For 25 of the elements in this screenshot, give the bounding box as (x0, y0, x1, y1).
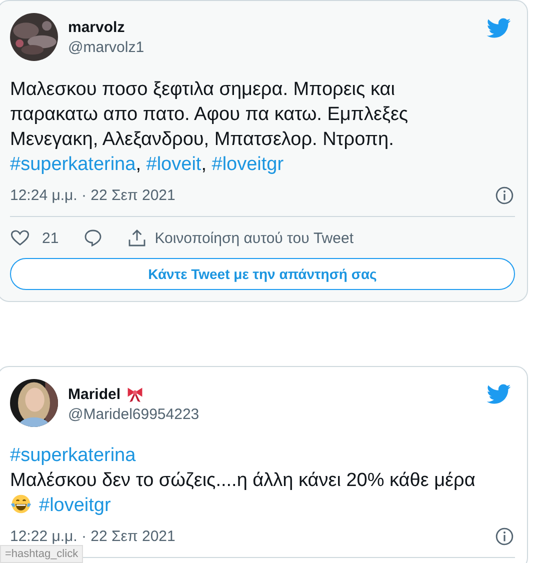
tweet-text: #superkaterina Μαλέσκου δεν το σώζεις....η άλλη κάνει 20% κάθε μέρα #loveitgr (10, 444, 476, 518)
share-icon[interactable] (126, 228, 147, 248)
bird-icon[interactable] (487, 382, 511, 406)
info-icon[interactable] (495, 527, 514, 546)
tweet-timestamp[interactable]: 12:22 μ.μ. · 22 Σεπ 2021 (10, 528, 176, 545)
share-link[interactable]: Κοινοποίηση αυτού του Tweet (154, 230, 354, 246)
like-count: 21 (42, 230, 59, 246)
hashtag-link[interactable]: #superkaterina (10, 154, 136, 175)
hashtag-link[interactable]: #loveitgr (39, 495, 111, 516)
user-name[interactable]: marvolz (68, 19, 125, 36)
speech-bubble-icon[interactable] (82, 228, 103, 248)
tweet-timestamp[interactable]: 12:24 μ.μ. · 22 Σεπ 2021 (10, 187, 176, 204)
info-icon[interactable] (495, 186, 514, 205)
tweet-text: Μαλεσκου ποσο ξεφτιλα σημερα. Μπορεις και παρακατω απο πατο. Αφου πα κατω. Εμπλεξες Μενεγακη, Αλεξανδρου, Μπατσελορ. Ντροπη. #superkaterina, #loveit, #loveitgr (10, 78, 410, 177)
heart-icon[interactable] (10, 228, 30, 248)
hashtag-link[interactable]: #loveit (146, 154, 202, 175)
reply-button[interactable]: Κάντε Tweet με την απάντησή σας (10, 258, 515, 290)
user-handle[interactable]: @marvolz1 (68, 39, 144, 56)
hashtag-link[interactable]: #loveitgr (212, 154, 284, 175)
bird-icon[interactable] (487, 16, 511, 40)
laughing-emoji-icon (10, 493, 32, 515)
user-handle[interactable]: @Maridel69954223 (68, 406, 200, 423)
status-tooltip: =hashtag_click (0, 545, 84, 563)
hashtag-link[interactable]: #superkaterina (10, 445, 136, 466)
user-name[interactable]: Maridel (68, 386, 121, 402)
